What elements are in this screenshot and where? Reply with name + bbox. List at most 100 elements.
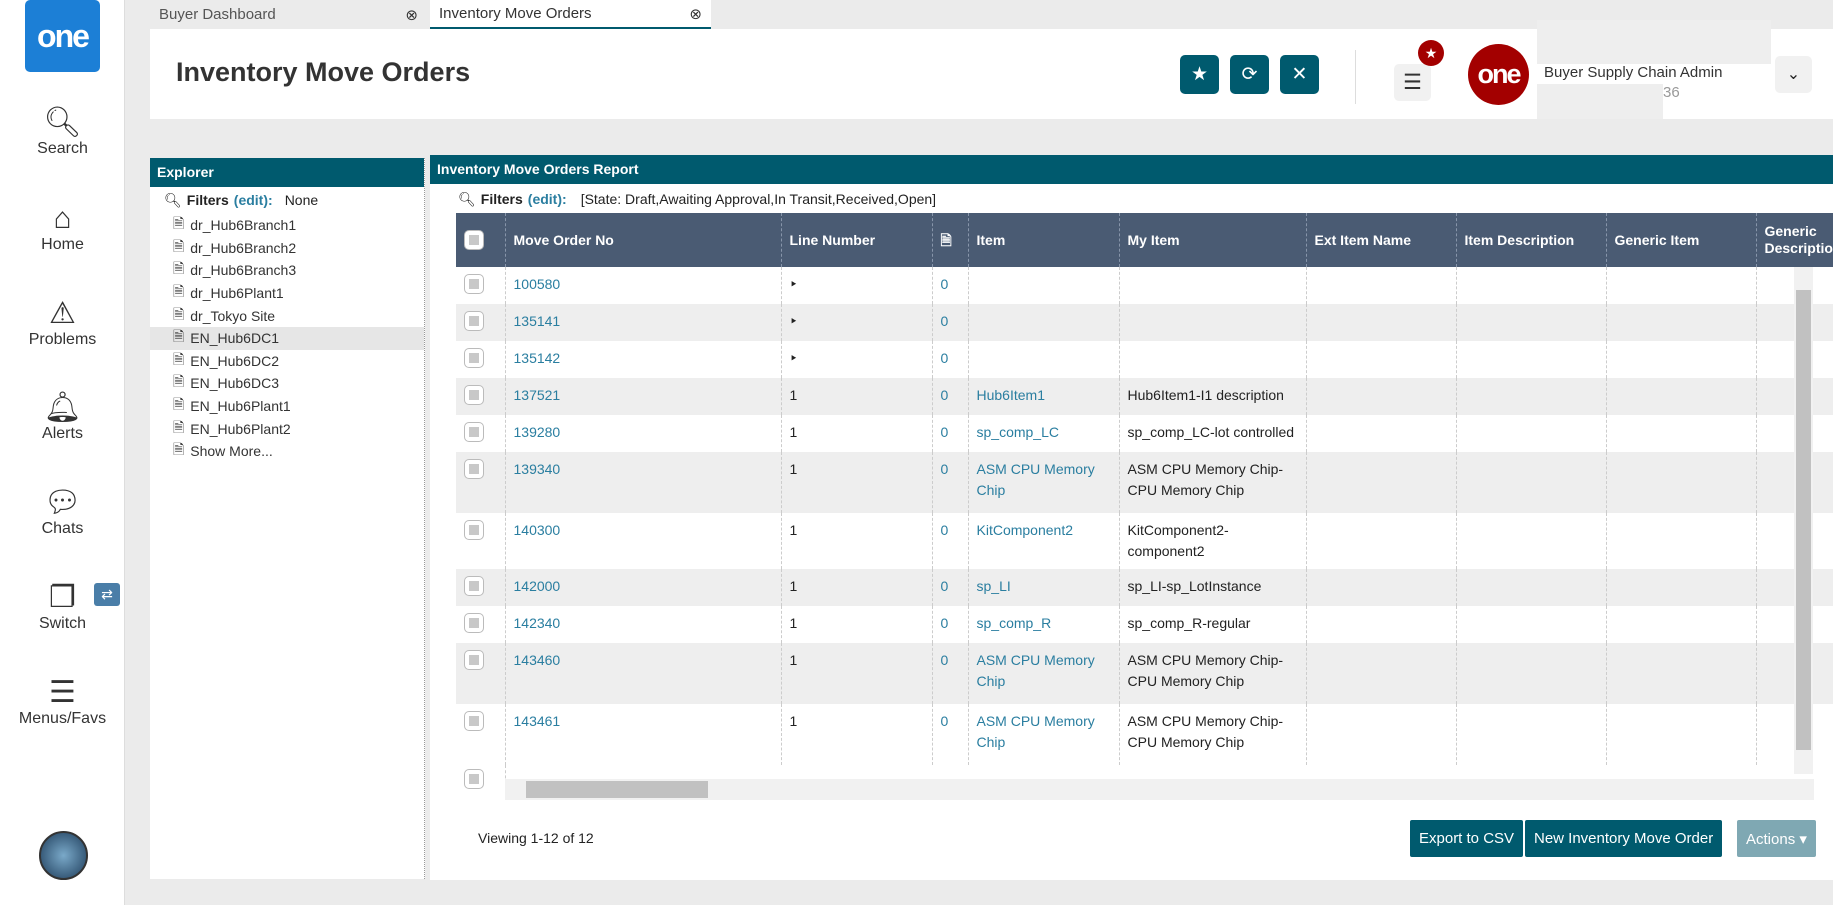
- explorer-item[interactable]: 🗎 EN_Hub6DC1: [150, 326, 424, 350]
- attachment-count[interactable]: 0: [932, 606, 969, 643]
- tab-inventory-move-orders[interactable]: Inventory Move Orders ⊗: [430, 0, 711, 29]
- column-header[interactable]: Move Order No: [505, 213, 782, 267]
- move-order-link[interactable]: 137521: [505, 378, 782, 415]
- move-order-link[interactable]: 143460: [505, 643, 782, 704]
- column-header[interactable]: My Item: [1119, 213, 1307, 267]
- explorer-item[interactable]: 🗎 Show More...: [173, 440, 424, 463]
- row-checkbox-cell[interactable]: [456, 341, 506, 378]
- item-link[interactable]: sp_LI: [968, 569, 1120, 606]
- row-checkbox[interactable]: [464, 274, 484, 294]
- explorer-item[interactable]: 🗎 dr_Hub6Branch2: [173, 237, 424, 260]
- new-inventory-move-order-button[interactable]: New Inventory Move Order: [1525, 820, 1723, 857]
- item-link[interactable]: [968, 267, 1120, 304]
- move-order-link[interactable]: 140300: [505, 513, 782, 569]
- nav-home[interactable]: ⌂ Home: [0, 201, 125, 254]
- horizontal-scrollbar[interactable]: [505, 779, 1814, 800]
- table-row[interactable]: 142340 1 0 sp_comp_R sp_comp_R-regular: [456, 606, 1833, 643]
- row-checkbox[interactable]: [464, 769, 484, 789]
- attachment-count[interactable]: 0: [932, 643, 969, 704]
- row-checkbox-cell[interactable]: [456, 267, 506, 304]
- attachment-count[interactable]: 0: [932, 341, 969, 378]
- row-checkbox-cell[interactable]: [456, 569, 506, 606]
- vertical-scrollbar[interactable]: [1794, 267, 1813, 774]
- nav-chats[interactable]: 💬︎ Chats: [0, 485, 125, 538]
- item-link[interactable]: [968, 304, 1120, 341]
- select-all-checkbox[interactable]: [464, 230, 484, 250]
- column-header[interactable]: Line Number: [781, 213, 933, 267]
- move-order-link[interactable]: 142340: [505, 606, 782, 643]
- item-link[interactable]: [968, 341, 1120, 378]
- close-button[interactable]: ✕: [1280, 55, 1319, 94]
- refresh-button[interactable]: ⟳: [1230, 55, 1269, 94]
- move-order-link[interactable]: 142000: [505, 569, 782, 606]
- table-row[interactable]: 139280 1 0 sp_comp_LC sp_comp_LC-lot control…: [456, 415, 1833, 452]
- nav-problems[interactable]: ⚠ Problems: [0, 296, 125, 349]
- attachment-count[interactable]: 0: [932, 452, 969, 513]
- row-checkbox-cell[interactable]: [456, 513, 506, 569]
- close-tab-icon[interactable]: ⊗: [405, 6, 418, 24]
- explorer-item[interactable]: 🗎 dr_Hub6Branch1: [173, 214, 424, 237]
- table-row[interactable]: 140300 1 0 KitComponent2 KitComponent2-compo…: [456, 513, 1833, 569]
- table-row[interactable]: 139340 1 0 ASM CPU Memory Chip ASM CPU Memor…: [456, 452, 1833, 513]
- menu-favorites-button[interactable]: ☰: [1394, 64, 1431, 101]
- select-all-checkbox-cell[interactable]: [456, 213, 506, 267]
- move-order-link[interactable]: 139280: [505, 415, 782, 452]
- explorer-item[interactable]: 🗎 EN_Hub6Plant1: [173, 395, 424, 418]
- explorer-item[interactable]: 🗎 dr_Hub6Plant1: [173, 282, 424, 305]
- row-checkbox[interactable]: [464, 348, 484, 368]
- row-checkbox-cell[interactable]: [456, 606, 506, 643]
- explorer-item[interactable]: 🗎 dr_Hub6Branch3: [173, 259, 424, 282]
- table-row[interactable]: 137521 1 0 Hub6Item1 Hub6Item1-I1 descriptio…: [456, 378, 1833, 415]
- column-header-attachment[interactable]: 🗎: [932, 213, 969, 267]
- table-row[interactable]: 143460 1 0 ASM CPU Memory Chip ASM CPU Memor…: [456, 643, 1833, 704]
- move-order-link[interactable]: 100580: [505, 267, 782, 304]
- close-tab-icon[interactable]: ⊗: [689, 5, 702, 23]
- attachment-count[interactable]: 0: [932, 513, 969, 569]
- attachment-count[interactable]: 0: [932, 378, 969, 415]
- table-row[interactable]: 135142 ‣ 0: [456, 341, 1833, 378]
- row-checkbox[interactable]: [464, 459, 484, 479]
- actions-button[interactable]: Actions ▾: [1737, 820, 1816, 857]
- row-checkbox[interactable]: [464, 520, 484, 540]
- row-checkbox-cell[interactable]: [456, 452, 506, 513]
- explorer-item[interactable]: 🗎 EN_Hub6DC3: [173, 372, 424, 395]
- user-menu-button[interactable]: ⌄: [1775, 56, 1812, 93]
- nav-search[interactable]: 🔍︎ Search: [0, 105, 125, 158]
- table-row[interactable]: 142000 1 0 sp_LI sp_LI-sp_LotInstance: [456, 569, 1833, 606]
- user-avatar[interactable]: [39, 831, 88, 880]
- row-checkbox[interactable]: [464, 711, 484, 731]
- item-link[interactable]: ASM CPU Memory Chip: [968, 643, 1120, 704]
- table-row[interactable]: 135141 ‣ 0: [456, 304, 1833, 341]
- move-order-link[interactable]: 135142: [505, 341, 782, 378]
- row-checkbox[interactable]: [464, 385, 484, 405]
- item-link[interactable]: ASM CPU Memory Chip: [968, 704, 1120, 765]
- attachment-count[interactable]: 0: [932, 267, 969, 304]
- column-header[interactable]: Item: [968, 213, 1120, 267]
- nav-menus-favs[interactable]: ☰ Menus/Favs: [0, 675, 125, 728]
- item-link[interactable]: sp_comp_R: [968, 606, 1120, 643]
- item-link[interactable]: KitComponent2: [968, 513, 1120, 569]
- row-checkbox[interactable]: [464, 311, 484, 331]
- item-link[interactable]: sp_comp_LC: [968, 415, 1120, 452]
- move-order-link[interactable]: 135141: [505, 304, 782, 341]
- export-csv-button[interactable]: Export to CSV: [1410, 820, 1524, 857]
- favorite-button[interactable]: ★: [1180, 55, 1219, 94]
- column-header[interactable]: Generic Description: [1756, 213, 1833, 267]
- row-checkbox[interactable]: [464, 422, 484, 442]
- explorer-item[interactable]: 🗎 EN_Hub6Plant2: [173, 417, 424, 440]
- attachment-count[interactable]: 0: [932, 304, 969, 341]
- column-header[interactable]: Ext Item Name: [1306, 213, 1457, 267]
- attachment-count[interactable]: 0: [932, 415, 969, 452]
- app-logo[interactable]: one: [25, 0, 100, 72]
- row-checkbox[interactable]: [464, 613, 484, 633]
- row-checkbox[interactable]: [464, 576, 484, 596]
- attachment-count[interactable]: 0: [932, 569, 969, 606]
- row-checkbox[interactable]: [464, 650, 484, 670]
- move-order-link[interactable]: 143461: [505, 704, 782, 765]
- explorer-item[interactable]: 🗎 EN_Hub6DC2: [173, 350, 424, 373]
- explorer-item[interactable]: 🗎 dr_Tokyo Site: [173, 304, 424, 327]
- move-order-link[interactable]: 139340: [505, 452, 782, 513]
- row-checkbox-cell[interactable]: [456, 304, 506, 341]
- item-link[interactable]: ASM CPU Memory Chip: [968, 452, 1120, 513]
- filters-edit-link[interactable]: (edit):: [234, 192, 273, 209]
